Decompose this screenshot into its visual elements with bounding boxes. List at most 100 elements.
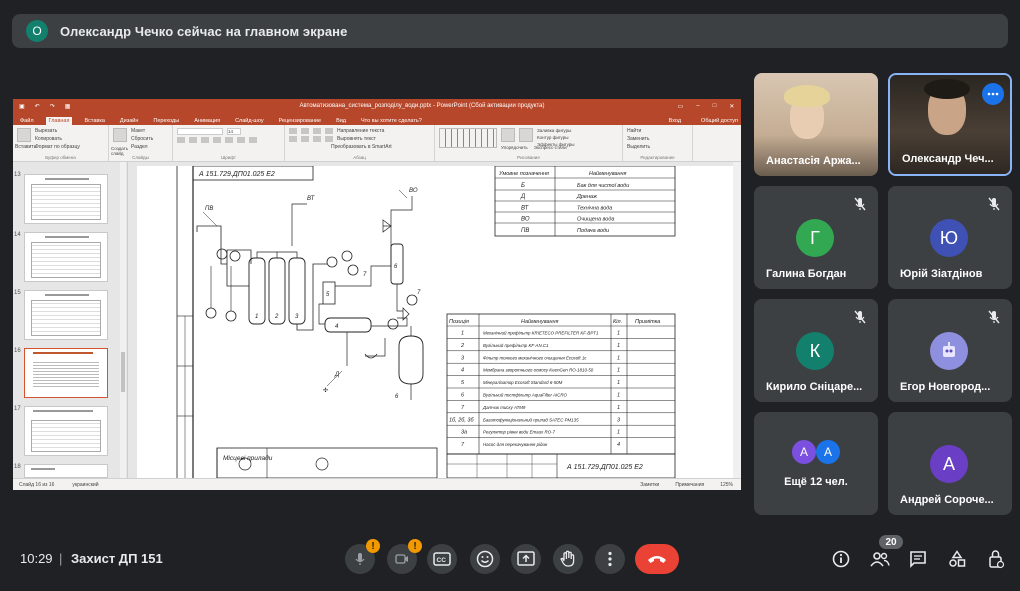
participant-name: Анастасія Аржа... bbox=[766, 155, 861, 167]
end-call-button[interactable] bbox=[635, 544, 679, 574]
captions-icon: CC bbox=[433, 552, 451, 566]
fill-label: Заливка фигуры bbox=[537, 128, 572, 133]
ppt-status-bar: Слайд 16 из 16 украинский Заметки Примеч… bbox=[13, 478, 741, 490]
participant-name: Кирило Сніцаре... bbox=[766, 381, 863, 393]
info-button[interactable] bbox=[830, 548, 852, 570]
participant-avatar: А bbox=[930, 445, 968, 483]
text-direction-label: Направление текста bbox=[337, 128, 385, 134]
more-participants-tile[interactable]: А А Ещё 12 чел. bbox=[754, 412, 878, 515]
more-options-button[interactable] bbox=[595, 544, 625, 574]
svg-text:3: 3 bbox=[295, 314, 299, 320]
host-controls-button[interactable] bbox=[985, 548, 1007, 570]
mic-toggle-button[interactable]: ! bbox=[345, 539, 380, 574]
smartart-label: Преобразовать в SmartArt bbox=[331, 144, 392, 150]
activities-button[interactable] bbox=[946, 548, 968, 570]
participant-tile[interactable]: Анастасія Аржа... bbox=[754, 73, 878, 176]
participant-tile[interactable]: Ю Юрій Зіатдінов bbox=[888, 186, 1012, 289]
more-horiz-icon bbox=[987, 92, 999, 96]
tab-transitions: Переходы bbox=[153, 118, 180, 124]
close-icon: ✕ bbox=[729, 103, 735, 110]
raise-hand-button[interactable] bbox=[553, 544, 583, 574]
slide-number: 14 bbox=[14, 232, 21, 238]
pos-number: 3 bbox=[461, 355, 465, 361]
status-notes: Заметки bbox=[640, 481, 660, 488]
ribbon-group-slides: Макет Сбросить Раздел Создать слайд Слай… bbox=[109, 125, 173, 161]
chat-button[interactable] bbox=[907, 548, 929, 570]
present-icon bbox=[517, 551, 535, 566]
local-instruments-label: Місцеві прилади bbox=[223, 454, 273, 462]
shared-screen[interactable]: ▣ ↶ ↷ ▦ Автоматизована_система_розподілу… bbox=[13, 99, 741, 490]
legend-code: ВО bbox=[521, 217, 530, 223]
tell-me: Что вы хотите сделать? bbox=[361, 118, 422, 124]
slide-thumb-16 bbox=[24, 348, 108, 398]
status-zoom: 125% bbox=[720, 481, 733, 488]
new-slide-icon bbox=[113, 128, 127, 142]
present-button[interactable] bbox=[511, 544, 541, 574]
pos-number: 1б, 2б, 3б bbox=[449, 417, 474, 423]
legend-header: Умовне позначення bbox=[498, 171, 549, 177]
presenter-avatar: О bbox=[26, 20, 48, 42]
mic-off-icon bbox=[988, 310, 1000, 324]
slide-scrollbar bbox=[733, 162, 741, 478]
ppt-tabs: Файл Главная Вставка Дизайн Переходы Ани… bbox=[13, 113, 741, 125]
people-button[interactable] bbox=[869, 548, 891, 570]
status-lang: украинский bbox=[72, 481, 99, 488]
participant-tile[interactable]: К Кирило Сніцаре... bbox=[754, 299, 878, 402]
participant-avatar bbox=[930, 332, 968, 370]
status-slide: Слайд 16 из 16 bbox=[19, 481, 55, 488]
pos-qty: 1 bbox=[617, 343, 620, 349]
window-controls: ▭ – □ ✕ bbox=[671, 103, 741, 110]
pos-number: 1 bbox=[461, 331, 464, 337]
tab-view: Вид bbox=[336, 118, 347, 124]
slide-number: 16 bbox=[14, 348, 21, 354]
participant-tile[interactable]: Г Галина Богдан bbox=[754, 186, 878, 289]
camera-off-icon bbox=[395, 554, 408, 564]
pos-qty: 4 bbox=[617, 442, 620, 448]
pos-qty: 1 bbox=[617, 430, 620, 436]
align-text-label: Выровнять текст bbox=[337, 136, 376, 142]
svg-text:6: 6 bbox=[395, 394, 399, 400]
svg-text:5: 5 bbox=[326, 292, 330, 298]
mic-off-icon bbox=[355, 553, 365, 565]
undo-icon: ↶ bbox=[34, 103, 40, 110]
slide-thumb-17 bbox=[24, 406, 108, 456]
pos-name: Вугільний постфільтр AquaFilter AICRO bbox=[483, 393, 567, 398]
ribbon-group-paragraph: Направление текста Выровнять текст Преоб… bbox=[285, 125, 435, 161]
emoji-icon bbox=[476, 550, 494, 568]
ribbon-group-drawing: Заливка фигуры Контур фигуры Эффекты фиг… bbox=[435, 125, 623, 161]
ribbon-options-icon: ▭ bbox=[677, 103, 684, 110]
format-painter-label: Формат по образцу bbox=[35, 144, 80, 150]
tile-options-button[interactable] bbox=[982, 83, 1004, 105]
participant-name: Егор Новгород... bbox=[900, 381, 991, 393]
slide-number: 13 bbox=[14, 172, 21, 178]
slide-thumb-15 bbox=[24, 290, 108, 340]
camera-toggle-button[interactable]: ! bbox=[387, 539, 422, 574]
participant-tile[interactable]: А Андрей Сороче... bbox=[888, 412, 1012, 515]
tab-review: Рецензирование bbox=[278, 118, 322, 124]
participant-avatar: К bbox=[796, 332, 834, 370]
pos-qty: 1 bbox=[617, 368, 620, 374]
participant-tile[interactable]: Егор Новгород... bbox=[888, 299, 1012, 402]
captions-button[interactable]: CC bbox=[427, 544, 457, 574]
participant-tile[interactable]: Олександр Чеч... bbox=[888, 73, 1012, 176]
legend-name: Дренаж bbox=[576, 194, 597, 200]
tab-design: Дизайн bbox=[119, 118, 139, 124]
group-label: Абзац bbox=[353, 155, 366, 160]
slide-thumb-13 bbox=[24, 174, 108, 224]
mic-off-icon bbox=[854, 197, 866, 211]
slideshow-icon: ▦ bbox=[64, 103, 71, 110]
pos-number: 3а bbox=[461, 430, 467, 436]
emoji-button[interactable] bbox=[470, 544, 500, 574]
participant-avatar: Ю bbox=[930, 219, 968, 257]
save-icon: ▣ bbox=[19, 103, 25, 110]
top-stamp-text: А 151.729.ДП01.025 Е2 bbox=[198, 171, 275, 178]
warning-badge: ! bbox=[408, 539, 422, 553]
flow-label-pv: ПВ bbox=[205, 206, 213, 212]
legend-code: ПВ bbox=[521, 228, 529, 234]
group-label: Редактирование bbox=[640, 155, 675, 160]
find-label: Найти bbox=[627, 128, 642, 134]
warning-badge: ! bbox=[366, 539, 380, 553]
pos-qty: 1 bbox=[617, 380, 620, 386]
font-size-box: 14 bbox=[227, 128, 241, 135]
svg-text:✣: ✣ bbox=[323, 387, 328, 394]
